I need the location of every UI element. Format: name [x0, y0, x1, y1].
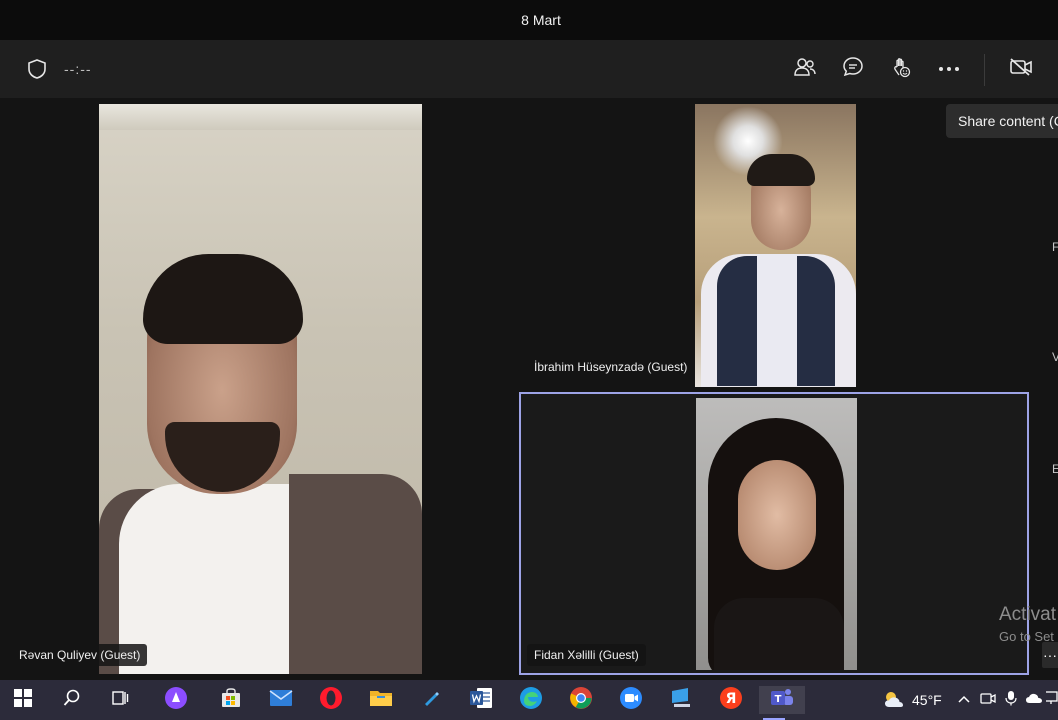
video-tile-revan[interactable]	[99, 104, 422, 674]
chrome-icon	[569, 686, 593, 715]
cloud-icon	[1025, 691, 1043, 709]
taskbar-app-word[interactable]	[466, 686, 496, 714]
store-icon	[220, 687, 242, 714]
windows-taskbar: Я T 45°F	[0, 680, 1058, 720]
taskbar-app-edge[interactable]	[516, 686, 546, 714]
raise-hand-icon	[890, 56, 912, 83]
taskbar-app-opera[interactable]	[316, 686, 346, 714]
meeting-toolbar: --:--	[0, 40, 1058, 98]
weather-widget[interactable]: 45°F	[882, 688, 942, 712]
taskbar-app-this-pc[interactable]	[666, 686, 696, 714]
participant-hair	[747, 154, 815, 186]
chat-button[interactable]	[838, 54, 868, 84]
window-title: 8 Mart	[521, 12, 561, 28]
chevron-up-icon	[957, 691, 971, 709]
zoom-icon	[619, 686, 643, 715]
taskbar-app-teams[interactable]: T	[759, 686, 805, 720]
participants-button[interactable]	[790, 54, 820, 84]
teams-icon: T	[770, 687, 794, 714]
meeting-timer: --:--	[64, 61, 92, 77]
participant-hair	[143, 254, 303, 344]
side-panel-letter: V	[1052, 350, 1058, 364]
task-view-button[interactable]	[105, 686, 135, 714]
alice-assistant-icon	[164, 686, 188, 715]
taskbar-app-zoom[interactable]	[616, 686, 646, 714]
people-icon	[793, 56, 817, 83]
teams-meeting-window: 8 Mart --:-- Rəvan Quliyev (Guest) İbrah…	[0, 0, 1058, 720]
camera-off-icon	[1009, 57, 1033, 82]
participant-face	[738, 460, 816, 570]
chat-icon	[842, 56, 864, 83]
wall-molding	[99, 104, 422, 130]
taskbar-app-store[interactable]	[216, 686, 246, 714]
more-options-button[interactable]	[934, 54, 964, 84]
video-tile-fidan-active-speaker[interactable]: Fidan Xəlilli (Guest)	[519, 392, 1029, 675]
svg-text:T: T	[775, 694, 782, 705]
taskbar-app-file-explorer[interactable]	[366, 686, 396, 714]
tray-microphone-button[interactable]	[1001, 690, 1021, 710]
tray-camera-button[interactable]	[978, 690, 998, 710]
word-icon	[469, 687, 493, 714]
task-view-icon	[111, 689, 129, 712]
edge-icon	[519, 686, 543, 715]
tray-network-button[interactable]	[1046, 690, 1058, 710]
video-feed-fidan	[696, 398, 857, 670]
title-bar: 8 Mart	[0, 0, 1058, 40]
tray-onedrive-button[interactable]	[1024, 690, 1044, 710]
svg-text:Я: Я	[726, 691, 737, 707]
tile-more-button[interactable]: ···	[1042, 642, 1058, 668]
raise-hand-button[interactable]	[886, 54, 916, 84]
network-icon	[1046, 690, 1058, 710]
more-icon	[938, 60, 960, 78]
pen-icon	[421, 688, 441, 713]
webcam-icon	[980, 690, 996, 711]
search-button[interactable]	[57, 686, 87, 714]
windows-activation-watermark: Activat Go to Set	[999, 604, 1056, 644]
camera-toggle-button[interactable]	[1006, 54, 1036, 84]
show-hidden-icons-button[interactable]	[954, 690, 974, 710]
start-button[interactable]	[8, 686, 38, 714]
taskbar-app-yandex[interactable]: Я	[716, 686, 746, 714]
watermark-line-1: Activat	[999, 604, 1057, 625]
computer-icon	[669, 687, 693, 714]
toolbar-divider	[984, 54, 985, 86]
mail-icon	[269, 689, 293, 712]
side-panel-letter: F	[1052, 240, 1058, 254]
yandex-icon: Я	[719, 686, 743, 715]
participant-top	[714, 598, 844, 670]
name-tag-fidan: Fidan Xəlilli (Guest)	[527, 644, 646, 666]
side-panel-letter: E	[1052, 462, 1058, 476]
partly-cloudy-icon	[882, 689, 906, 712]
name-tag-revan: Rəvan Quliyev (Guest)	[12, 644, 148, 666]
folder-icon	[369, 688, 393, 713]
shield-icon[interactable]	[26, 58, 48, 80]
taskbar-app-chrome[interactable]	[566, 686, 596, 714]
opera-icon	[319, 686, 343, 715]
vest-right	[289, 474, 422, 674]
name-tag-ibrahim: İbrahim Hüseynzadə (Guest)	[527, 356, 695, 378]
video-tile-ibrahim[interactable]	[695, 104, 856, 387]
participant-shirt	[757, 254, 797, 386]
microphone-icon	[1005, 690, 1017, 711]
taskbar-app-alice[interactable]	[161, 686, 191, 714]
taskbar-app-pen[interactable]	[416, 686, 446, 714]
weather-temperature: 45°F	[912, 692, 942, 708]
taskbar-app-mail[interactable]	[266, 686, 296, 714]
windows-logo-icon	[14, 688, 32, 712]
video-stage: Rəvan Quliyev (Guest) İbrahim Hüseynzadə…	[0, 98, 1058, 680]
search-icon	[63, 689, 81, 712]
share-content-tooltip: Share content (C	[946, 104, 1058, 138]
